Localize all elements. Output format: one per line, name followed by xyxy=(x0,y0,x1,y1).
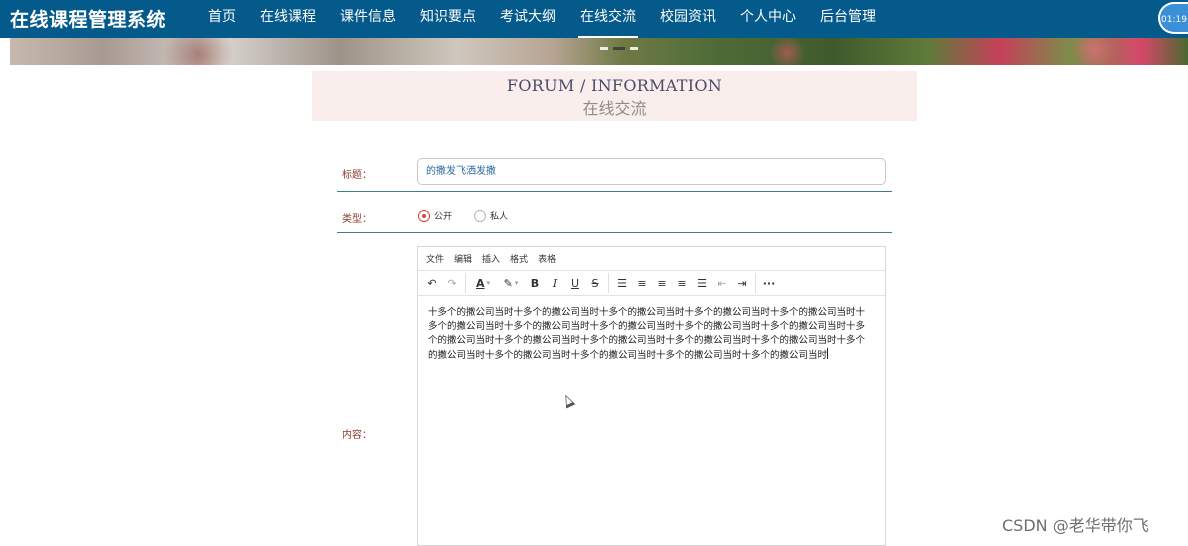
carousel-dot[interactable] xyxy=(630,47,638,50)
app-title: 在线课程管理系统 xyxy=(10,9,167,31)
title-input[interactable]: 的撒发飞洒发撒 xyxy=(417,158,886,185)
editor-menubar: 文件 编辑 插入 格式 表格 xyxy=(418,247,885,271)
nav-item-home[interactable]: 首页 xyxy=(196,0,248,38)
editor-toolbar: ↶ ↷ A ▾ ✎ ▾ B I U S ☰ ≡ ≡ ≡ ☰ ⇤ ⇥ ··· xyxy=(418,271,885,296)
clock-badge: 01:19 xyxy=(1158,2,1188,34)
title-label: 标题： xyxy=(342,170,372,181)
align-center-icon[interactable]: ≡ xyxy=(652,273,672,293)
nav-item-forum[interactable]: 在线交流 xyxy=(568,0,648,38)
watermark: CSDN @老华带你飞 xyxy=(1002,516,1149,535)
more-icon[interactable]: ··· xyxy=(759,273,779,293)
menu-edit[interactable]: 编辑 xyxy=(454,252,472,265)
top-navigation-bar: 在线课程管理系统 首页 在线课程 课件信息 知识要点 考试大纲 在线交流 校园资… xyxy=(0,0,1188,38)
menu-table[interactable]: 表格 xyxy=(538,252,556,265)
highlight-color-icon[interactable]: ✎ ▾ xyxy=(497,273,525,293)
row-divider xyxy=(337,232,892,233)
toolbar-separator xyxy=(755,273,756,293)
text-color-icon[interactable]: A ▾ xyxy=(469,273,497,293)
type-label: 类型： xyxy=(342,214,372,225)
editor-content[interactable]: 十多个的撒公司当时十多个的撒公司当时十多个的撒公司当时十多个的撒公司当时十多个的… xyxy=(418,296,885,363)
section-heading: FORUM / INFORMATION 在线交流 xyxy=(312,71,917,121)
editor-text: 十多个的撒公司当时十多个的撒公司当时十多个的撒公司当时十多个的撒公司当时十多个的… xyxy=(428,307,866,361)
type-radio-group: 公开 私人 xyxy=(418,209,530,222)
underline-icon[interactable]: U xyxy=(565,273,585,293)
carousel-indicators xyxy=(600,47,638,50)
nav-item-admin[interactable]: 后台管理 xyxy=(808,0,888,38)
outdent-icon[interactable]: ⇤ xyxy=(712,273,732,293)
nav-item-campus-news[interactable]: 校园资讯 xyxy=(648,0,728,38)
line-height-icon[interactable]: ☰ xyxy=(612,273,632,293)
nav-item-key-points[interactable]: 知识要点 xyxy=(408,0,488,38)
row-divider xyxy=(337,191,892,192)
nav-item-exam-outline[interactable]: 考试大纲 xyxy=(488,0,568,38)
section-title-en: FORUM / INFORMATION xyxy=(506,76,723,95)
menu-format[interactable]: 格式 xyxy=(510,252,528,265)
banner-image xyxy=(10,38,1188,65)
main-nav: 首页 在线课程 课件信息 知识要点 考试大纲 在线交流 校园资讯 个人中心 后台… xyxy=(196,0,888,38)
radio-private[interactable] xyxy=(474,209,487,222)
indent-icon[interactable]: ⇥ xyxy=(732,273,752,293)
toolbar-separator xyxy=(465,273,466,293)
section-title-cn: 在线交流 xyxy=(582,99,647,118)
align-justify-icon[interactable]: ☰ xyxy=(692,273,712,293)
text-caret xyxy=(827,348,829,359)
align-left-icon[interactable]: ≡ xyxy=(632,273,652,293)
italic-icon[interactable]: I xyxy=(545,273,565,293)
radio-public[interactable] xyxy=(418,209,430,222)
bold-icon[interactable]: B xyxy=(525,273,545,293)
nav-item-personal-center[interactable]: 个人中心 xyxy=(728,0,808,38)
undo-icon[interactable]: ↶ xyxy=(422,273,442,293)
redo-icon[interactable]: ↷ xyxy=(442,273,462,293)
content-label: 内容： xyxy=(342,430,372,441)
rich-text-editor: 文件 编辑 插入 格式 表格 ↶ ↷ A ▾ ✎ ▾ B I U S ☰ ≡ ≡ ≡… xyxy=(417,246,886,546)
carousel-dot-active[interactable] xyxy=(613,47,625,50)
menu-file[interactable]: 文件 xyxy=(426,252,444,265)
radio-public-label[interactable]: 公开 xyxy=(434,209,452,222)
menu-insert[interactable]: 插入 xyxy=(482,252,500,265)
strikethrough-icon[interactable]: S xyxy=(585,273,605,293)
nav-item-courseware[interactable]: 课件信息 xyxy=(328,0,408,38)
align-right-icon[interactable]: ≡ xyxy=(672,273,692,293)
toolbar-separator xyxy=(608,273,609,293)
nav-item-online-courses[interactable]: 在线课程 xyxy=(248,0,328,38)
carousel-dot[interactable] xyxy=(600,47,608,50)
radio-private-label[interactable]: 私人 xyxy=(490,209,508,222)
